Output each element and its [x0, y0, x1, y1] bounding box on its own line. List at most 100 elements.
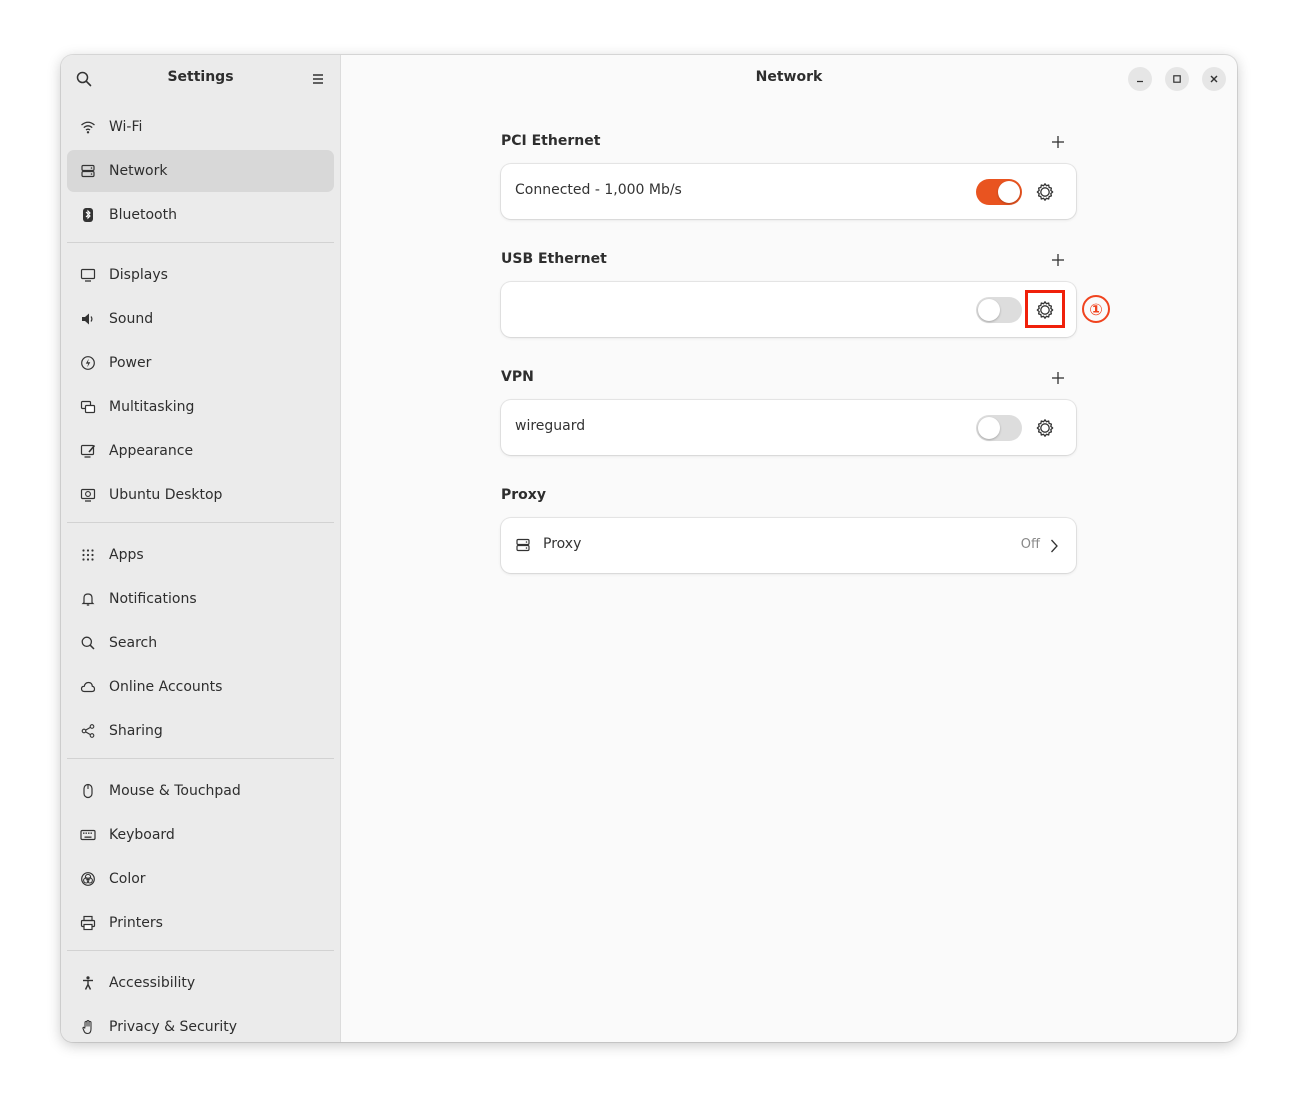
sidebar-list: Wi-Fi Network Bluetooth Displays Sound P…	[67, 106, 334, 1042]
sidebar-item-accessibility[interactable]: Accessibility	[67, 962, 334, 1004]
keyboard-icon	[79, 826, 97, 844]
proxy-row[interactable]: Proxy Off	[501, 518, 1076, 573]
toggle-knob	[978, 299, 1000, 321]
usb-ethernet-card	[501, 282, 1076, 337]
sidebar-item-label: Power	[109, 355, 152, 371]
add-vpn-button[interactable]	[1049, 369, 1067, 387]
maximize-icon	[1173, 75, 1181, 83]
sidebar-item-label: Keyboard	[109, 827, 175, 843]
ubuntu-desktop-icon	[79, 486, 97, 504]
sidebar-item-privacy-security[interactable]: Privacy & Security	[67, 1006, 334, 1042]
sidebar-item-apps[interactable]: Apps	[67, 534, 334, 576]
hand-icon	[79, 1018, 97, 1036]
add-usb-connection-button[interactable]	[1049, 251, 1067, 269]
annotation-marker: ①	[1082, 295, 1110, 323]
sidebar-item-label: Bluetooth	[109, 207, 177, 223]
proxy-state: Off	[1020, 537, 1040, 552]
pci-ethernet-status: Connected - 1,000 Mb/s	[515, 182, 682, 198]
add-pci-connection-button[interactable]	[1049, 133, 1067, 151]
toggle-knob	[998, 181, 1020, 203]
sidebar-item-mouse-touchpad[interactable]: Mouse & Touchpad	[67, 770, 334, 812]
sidebar-item-sharing[interactable]: Sharing	[67, 710, 334, 752]
sidebar-item-label: Network	[109, 163, 168, 179]
sidebar-title: Settings	[167, 69, 234, 85]
appearance-icon	[79, 442, 97, 460]
mouse-icon	[79, 782, 97, 800]
bluetooth-icon	[79, 206, 97, 224]
sidebar-item-wifi[interactable]: Wi-Fi	[67, 106, 334, 148]
minimize-button[interactable]	[1128, 67, 1152, 91]
sidebar-item-label: Privacy & Security	[109, 1019, 237, 1035]
sidebar: Settings Wi-Fi Network Bluetooth Display…	[61, 55, 341, 1042]
pci-ethernet-card: Connected - 1,000 Mb/s	[501, 164, 1076, 219]
sidebar-item-label: Ubuntu Desktop	[109, 487, 223, 503]
network-icon	[79, 162, 97, 180]
plus-icon	[1052, 254, 1064, 266]
power-icon	[79, 354, 97, 372]
chevron-right-icon	[1048, 537, 1060, 555]
sidebar-item-label: Sound	[109, 311, 154, 327]
sidebar-item-keyboard[interactable]: Keyboard	[67, 814, 334, 856]
gear-icon[interactable]	[1035, 182, 1055, 202]
sidebar-item-multitasking[interactable]: Multitasking	[67, 386, 334, 428]
sidebar-item-search[interactable]: Search	[67, 622, 334, 664]
apps-grid-icon	[79, 546, 97, 564]
wifi-icon	[79, 118, 97, 136]
sidebar-item-printers[interactable]: Printers	[67, 902, 334, 944]
close-icon	[1210, 75, 1218, 83]
sidebar-item-label: Online Accounts	[109, 679, 223, 695]
cloud-icon	[79, 678, 97, 696]
plus-icon	[1052, 136, 1064, 148]
network-icon	[515, 537, 533, 555]
pci-ethernet-toggle[interactable]	[976, 179, 1022, 205]
share-icon	[79, 722, 97, 740]
sidebar-item-network[interactable]: Network	[67, 150, 334, 192]
multitasking-icon	[79, 398, 97, 416]
vpn-heading: VPN	[501, 369, 534, 385]
search-icon	[79, 634, 97, 652]
proxy-heading: Proxy	[501, 487, 546, 503]
sidebar-item-bluetooth[interactable]: Bluetooth	[67, 194, 334, 236]
maximize-button[interactable]	[1165, 67, 1189, 91]
usb-ethernet-heading: USB Ethernet	[501, 251, 607, 267]
sidebar-divider	[67, 758, 334, 759]
sidebar-item-ubuntu-desktop[interactable]: Ubuntu Desktop	[67, 474, 334, 516]
main-content: Network PCI Ethernet Connected - 1,000 M…	[341, 55, 1237, 1042]
vpn-connection-name: wireguard	[515, 418, 586, 434]
sidebar-item-appearance[interactable]: Appearance	[67, 430, 334, 472]
gear-icon[interactable]	[1035, 418, 1055, 438]
printer-icon	[79, 914, 97, 932]
sidebar-item-label: Notifications	[109, 591, 197, 607]
sidebar-divider	[67, 522, 334, 523]
sidebar-item-label: Printers	[109, 915, 163, 931]
sidebar-item-color[interactable]: Color	[67, 858, 334, 900]
sidebar-item-label: Apps	[109, 547, 144, 563]
speaker-icon	[79, 310, 97, 328]
plus-icon	[1052, 372, 1064, 384]
sidebar-divider	[67, 950, 334, 951]
sidebar-item-label: Accessibility	[109, 975, 196, 991]
sidebar-divider	[67, 242, 334, 243]
display-icon	[79, 266, 97, 284]
sidebar-item-label: Search	[109, 635, 158, 651]
sidebar-item-notifications[interactable]: Notifications	[67, 578, 334, 620]
sidebar-item-displays[interactable]: Displays	[67, 254, 334, 296]
sidebar-item-power[interactable]: Power	[67, 342, 334, 384]
sidebar-item-label: Mouse & Touchpad	[109, 783, 241, 799]
toggle-knob	[978, 417, 1000, 439]
sidebar-item-sound[interactable]: Sound	[67, 298, 334, 340]
usb-ethernet-toggle[interactable]	[976, 297, 1022, 323]
settings-window: Settings Wi-Fi Network Bluetooth Display…	[61, 55, 1237, 1042]
close-button[interactable]	[1202, 67, 1226, 91]
minimize-icon	[1137, 80, 1143, 83]
hamburger-menu-icon[interactable]	[309, 70, 327, 88]
sidebar-item-label: Sharing	[109, 723, 163, 739]
color-icon	[79, 870, 97, 888]
bell-icon	[79, 590, 97, 608]
sidebar-item-label: Appearance	[109, 443, 194, 459]
sidebar-item-label: Color	[109, 871, 146, 887]
sidebar-item-label: Displays	[109, 267, 168, 283]
sidebar-item-label: Wi-Fi	[109, 119, 143, 135]
sidebar-item-online-accounts[interactable]: Online Accounts	[67, 666, 334, 708]
vpn-toggle[interactable]	[976, 415, 1022, 441]
